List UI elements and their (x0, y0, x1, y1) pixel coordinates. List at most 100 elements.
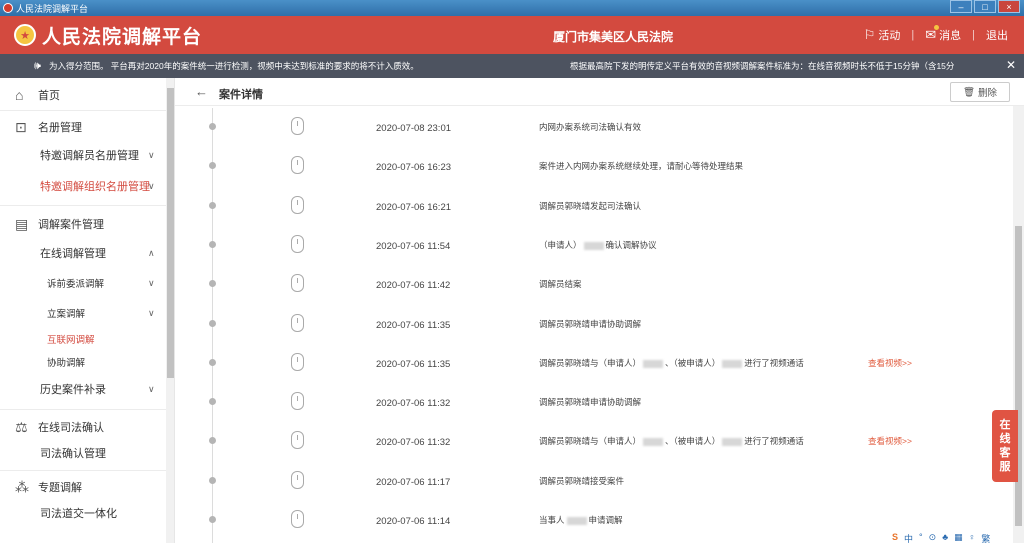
logout-link[interactable]: 退出 (986, 27, 1008, 43)
sidebar-item-mediator-roster[interactable]: 特邀调解员名册管理 ∨ (0, 142, 166, 168)
timeline-dot (209, 123, 216, 130)
header-divider: | (911, 29, 915, 41)
sidebar-item-judicial[interactable]: ⚖ 在线司法确认 (0, 414, 166, 440)
activity-link[interactable]: ⚐ 活动 (864, 27, 901, 43)
timeline-row: 2020-07-06 11:54 （申请人） 确认调解协议 (175, 225, 995, 264)
event-text: 调解员郭晓靖与（申请人） (539, 357, 642, 368)
messages-link[interactable]: ✉ 消息 (925, 25, 961, 43)
event-text: 申请调解 (588, 515, 623, 525)
event-text: 调解员郭晓靖接受案件 (539, 475, 625, 486)
close-notice-icon[interactable]: ✕ (1006, 58, 1016, 72)
redacted-name (583, 241, 604, 250)
sidebar-item-traffic[interactable]: 司法道交一体化 (0, 500, 166, 526)
tray-ime-icon[interactable]: S (892, 532, 898, 543)
court-name: 厦门市集美区人民法院 (553, 30, 674, 44)
case-detail-panel: ← 案件详情 🗑 删除 2020-07-08 23:01 内网办案系统司法确认有效… (175, 78, 1024, 543)
chevron-down-icon: ∨ (148, 149, 155, 160)
sidebar-item-assist-mediation[interactable]: 协助调解 (0, 351, 166, 373)
tray-icon[interactable]: ▦ (954, 532, 963, 543)
timeline-dot (209, 476, 216, 484)
event-description: 案件进入内网办案系统继续处理，请耐心等待处理结果 (539, 160, 743, 172)
sidebar-item-case-mgmt[interactable]: ▤ 调解案件管理 (0, 211, 166, 237)
online-service-button[interactable]: 在 线 客 服 (992, 410, 1018, 482)
mail-icon: ✉ (925, 25, 940, 43)
sidebar-item-org-roster[interactable]: 特邀调解组织名册管理 ∨ (0, 173, 166, 199)
timeline-dot (209, 162, 216, 170)
view-video-link[interactable]: 查看视频>> (868, 357, 912, 369)
event-text: 、（被申请人） (665, 357, 721, 368)
event-text: 调解员郭晓靖申请协助调解 (539, 397, 642, 408)
brand-title: 人民法院调解平台 (42, 26, 203, 48)
timeline-dot (209, 319, 216, 327)
mouse-icon (291, 470, 304, 489)
event-description: 当事人 申请调解 (539, 514, 623, 526)
scales-icon: ⚖ (15, 418, 28, 435)
tray-dot[interactable]: ° (919, 532, 923, 543)
timeline-dot (209, 437, 216, 445)
tray-icon[interactable]: ♣ (942, 532, 948, 543)
sidebar-scrollbar[interactable] (166, 78, 174, 543)
flag-icon: ⚐ (863, 27, 876, 42)
redacted-name (722, 359, 743, 368)
mouse-icon (291, 195, 304, 214)
sidebar-item-internet-mediation[interactable]: 互联网调解 (0, 328, 166, 350)
event-text: 调解员结案 (539, 279, 582, 290)
sidebar-item-roster[interactable]: ⊡ 名册管理 (0, 114, 166, 140)
close-window-button[interactable]: × (998, 0, 1020, 13)
event-text: 调解员郭晓靖申请协助调解 (539, 318, 642, 329)
event-text: 案件进入内网办案系统继续处理，请耐心等待处理结果 (539, 161, 744, 172)
notice-text-left: 为入得分范围。 平台再对2020年的案件统一进行检测，视频中未达到标准的要求的将… (48, 61, 419, 71)
event-time: 2020-07-06 11:42 (376, 280, 451, 292)
event-time: 2020-07-08 23:01 (376, 123, 452, 134)
timeline-row: 2020-07-06 16:21 调解员郭晓靖发起司法确认 (175, 186, 995, 225)
redacted-name (566, 516, 587, 525)
mouse-icon (291, 313, 304, 332)
tray-lang[interactable]: 中 (904, 532, 913, 543)
back-arrow-icon[interactable]: ← (195, 84, 208, 99)
timeline-row: 2020-07-08 23:01 内网办案系统司法确认有效 (175, 107, 995, 146)
sidebar-item-special[interactable]: ⁂ 专题调解 (0, 474, 166, 500)
sidebar-item-home[interactable]: ⌂ 首页 (0, 82, 166, 108)
app-icon (3, 3, 13, 13)
tray-icon[interactable]: ♀ (969, 532, 976, 543)
mouse-icon (291, 352, 304, 371)
sidebar-item-pre-litigation[interactable]: 诉前委派调解 ∨ (0, 271, 166, 295)
window-title: 人民法院调解平台 (16, 3, 89, 14)
system-tray: S 中 ° ⊙ ♣ ▦ ♀ 繁 (892, 532, 1024, 543)
event-description: （申请人） 确认调解协议 (539, 239, 657, 251)
notice-text-right: 根据最高院下发的明传定义平台有效的音视频调解案件标准为：在线音视频时长不低于15… (570, 61, 955, 71)
timeline-row: 2020-07-06 11:35 调解员郭晓靖申请协助调解 (175, 304, 995, 343)
event-time: 2020-07-06 16:21 (376, 201, 452, 213)
mouse-icon (291, 392, 304, 411)
view-video-link[interactable]: 查看视频>> (868, 435, 912, 447)
share-nodes-icon: ⁂ (15, 478, 29, 495)
tray-icon[interactable]: 繁 (981, 532, 990, 543)
page-title: 案件详情 (219, 89, 263, 101)
sidebar-divider (0, 470, 166, 471)
event-text: 当事人 (539, 515, 565, 525)
mouse-icon (291, 234, 304, 253)
minimize-button[interactable]: – (950, 0, 972, 13)
maximize-button[interactable]: □ (974, 0, 996, 13)
sidebar-item-filing-mediation[interactable]: 立案调解 ∨ (0, 301, 166, 325)
court-emblem-icon: ★ (14, 24, 36, 46)
sidebar-item-history[interactable]: 历史案件补录 ∨ (0, 376, 166, 402)
trash-icon: 🗑 (962, 86, 976, 98)
delete-button[interactable]: 🗑 删除 (950, 82, 1010, 102)
event-time: 2020-07-06 11:32 (376, 437, 451, 449)
event-time: 2020-07-06 11:35 (376, 358, 451, 370)
sidebar-item-online-mgmt[interactable]: 在线调解管理 ∧ (0, 240, 166, 266)
event-text: 内网办案系统司法确认有效 (539, 122, 642, 132)
chevron-up-icon: ∧ (148, 247, 155, 258)
timeline-dot (209, 201, 216, 209)
chevron-down-icon: ∨ (148, 307, 155, 318)
timeline-dot (209, 280, 216, 288)
event-description: 调解员郭晓靖申请协助调解 (539, 396, 641, 408)
event-text: 确认调解协议 (605, 239, 657, 250)
sidebar-divider (0, 110, 166, 111)
tray-icon[interactable]: ⊙ (929, 532, 937, 543)
chevron-down-icon: ∨ (148, 277, 155, 288)
sidebar-item-judicial-mgmt[interactable]: 司法确认管理 (0, 440, 166, 466)
scrollbar-thumb[interactable] (167, 88, 174, 378)
event-text: 调解员郭晓靖发起司法确认 (539, 200, 642, 211)
